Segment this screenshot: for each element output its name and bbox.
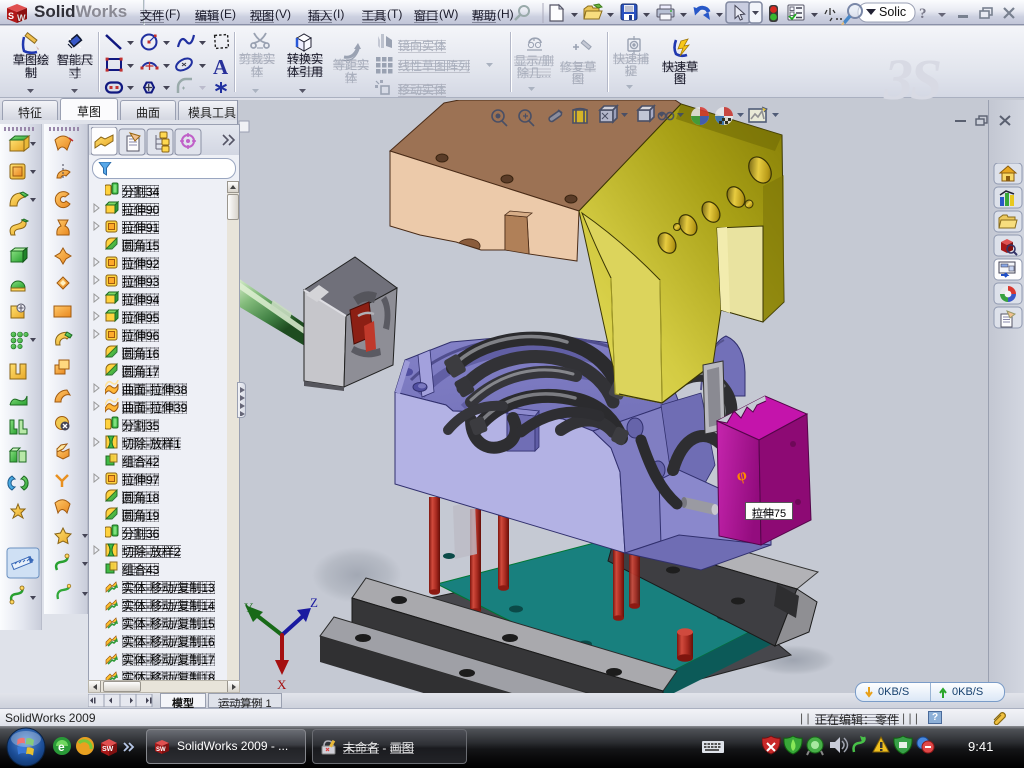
svg-text:X: X bbox=[277, 677, 287, 692]
svg-text:e: e bbox=[58, 740, 65, 754]
svg-text:Z: Z bbox=[310, 595, 318, 610]
svg-text:W: W bbox=[17, 13, 26, 23]
svg-text:Y: Y bbox=[244, 600, 254, 615]
svg-text:Solic: Solic bbox=[879, 5, 906, 19]
svg-text:S: S bbox=[8, 11, 14, 21]
svg-text:A: A bbox=[213, 55, 229, 79]
svg-text:SW: SW bbox=[156, 747, 166, 753]
svg-text:SW: SW bbox=[102, 746, 114, 753]
svg-text:?: ? bbox=[919, 6, 927, 22]
